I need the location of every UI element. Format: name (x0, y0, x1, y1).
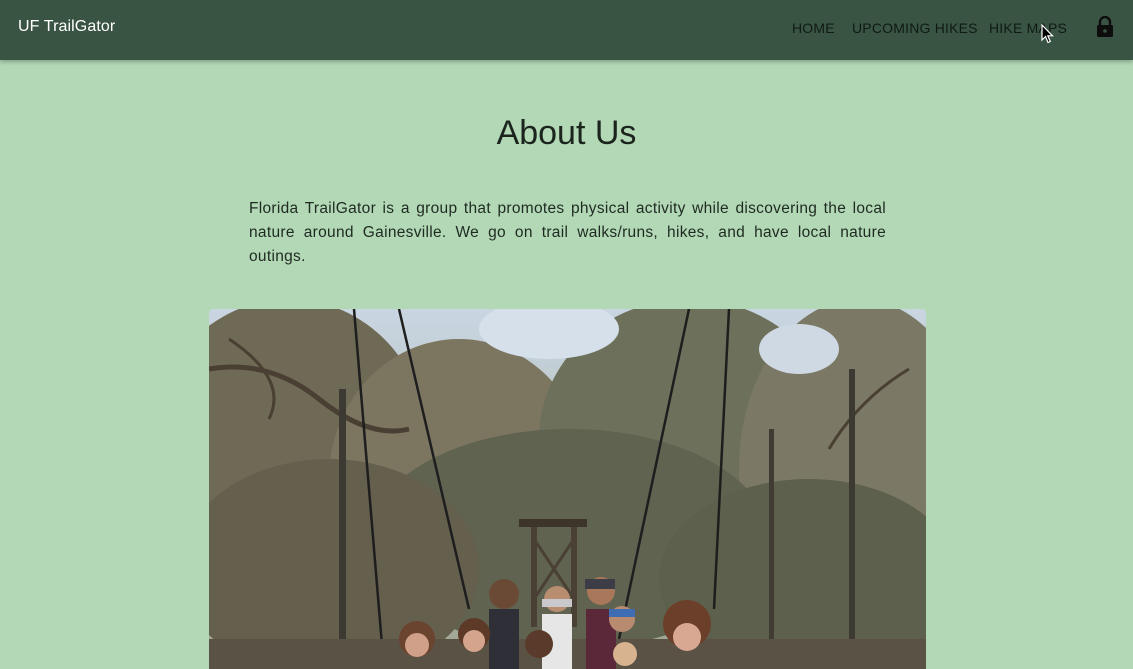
about-description: Florida TrailGator is a group that promo… (249, 200, 886, 265)
app-bar: UF TrailGator HOME UPCOMING HIKES HIKE M… (0, 0, 1133, 60)
nav-upcoming-hikes-link[interactable]: UPCOMING HIKES (852, 20, 978, 36)
brand-title[interactable]: UF TrailGator (18, 18, 115, 36)
page-title: About Us (496, 114, 637, 152)
group-photo (209, 309, 926, 669)
lock-icon[interactable] (1096, 15, 1114, 38)
nav-home-link[interactable]: HOME (792, 20, 835, 36)
nav-hike-maps-link[interactable]: HIKE MAPS (989, 20, 1067, 36)
mouse-cursor-icon (1041, 23, 1055, 44)
